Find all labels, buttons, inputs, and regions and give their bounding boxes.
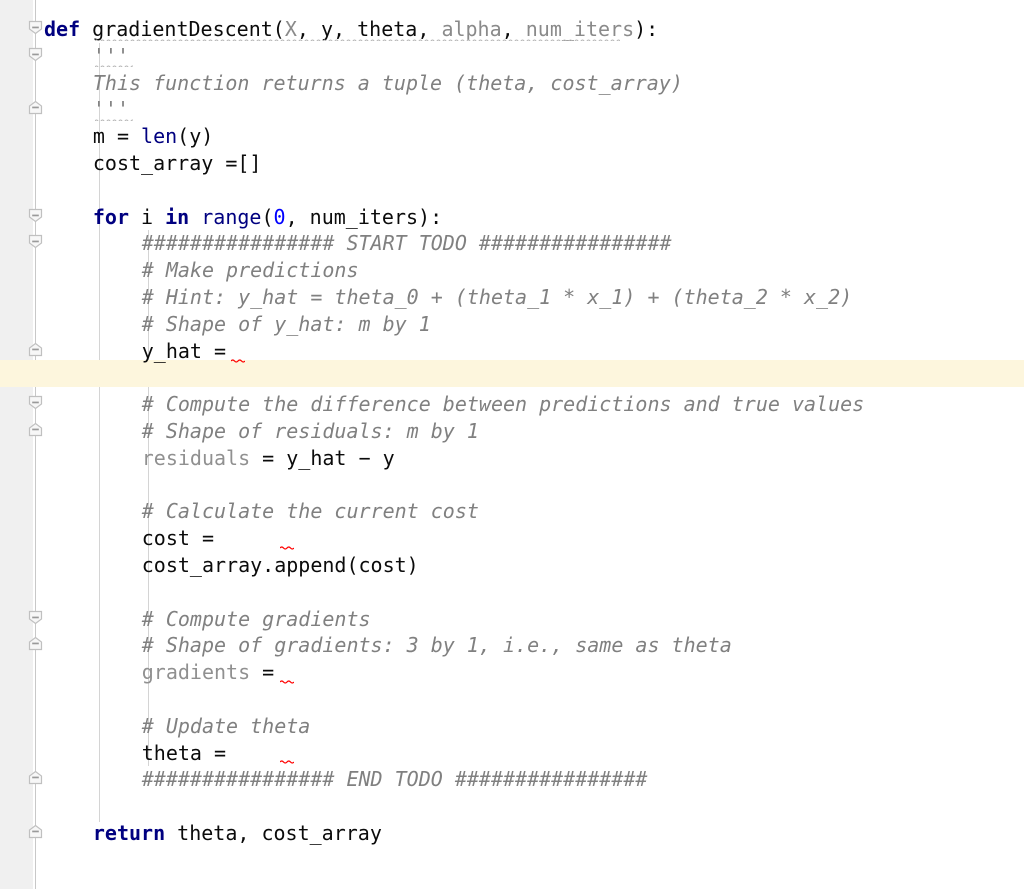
code-token: , num_iters): [285, 204, 443, 229]
code-token: (y) [177, 124, 214, 149]
code-line-19[interactable]: # Calculate the current cost [142, 498, 479, 525]
code-token: # Shape of gradients: 3 by 1, i.e., same… [141, 633, 732, 658]
warning-squiggle-def-signature [95, 38, 620, 41]
code-token: cost = [141, 526, 214, 551]
code-token: y_hat = [141, 338, 227, 363]
code-token: # Shape of y_hat: m by 1 [141, 311, 431, 336]
warning-squiggle-docstring-close [95, 118, 133, 121]
code-line-27[interactable]: # Update theta [142, 713, 311, 740]
code-token: i [129, 204, 166, 229]
code-text-layer[interactable]: def gradientDescent(X, y, theta, alpha, … [0, 0, 1024, 889]
code-token: for [92, 204, 129, 229]
code-token: len [141, 124, 178, 149]
code-token: ################ START TODO ############… [141, 231, 672, 256]
code-line-3[interactable]: This function returns a tuple (theta, co… [93, 70, 683, 97]
code-token: def [44, 17, 81, 41]
code-line-6[interactable]: cost_array =[] [93, 150, 262, 177]
code-token: # Calculate the current cost [141, 499, 479, 524]
code-line-25[interactable]: gradients = [142, 659, 274, 686]
warning-squiggle-docstring-open [95, 64, 133, 67]
code-token: # Compute gradients [141, 606, 371, 631]
code-token: ): [634, 17, 659, 41]
code-token: ( [261, 204, 274, 229]
code-token: = [250, 660, 275, 685]
code-token: # Make predictions [141, 258, 359, 283]
code-token: − [358, 445, 371, 470]
code-line-24[interactable]: # Shape of gradients: 3 by 1, i.e., same… [142, 632, 732, 659]
code-token: theta, cost_array [165, 821, 382, 845]
code-token: # Update theta [141, 713, 311, 738]
error-squiggle-theta-assign [280, 759, 294, 764]
code-token: residuals [141, 445, 251, 470]
code-line-16[interactable]: # Shape of residuals: m by 1 [142, 418, 479, 445]
code-line-17[interactable]: residuals = y_hat − y [142, 445, 395, 472]
code-line-12[interactable]: # Shape of y_hat: m by 1 [142, 311, 431, 338]
code-token: # Shape of residuals: m by 1 [141, 419, 479, 443]
code-line-20[interactable]: cost = [142, 525, 214, 552]
code-line-13[interactable]: y_hat = [142, 338, 226, 365]
code-token: theta = [141, 740, 227, 765]
code-line-10[interactable]: # Make predictions [142, 257, 359, 284]
code-line-21[interactable]: cost_array.append(cost) [142, 552, 419, 579]
code-editor[interactable]: def gradientDescent(X, y, theta, alpha, … [0, 0, 1024, 889]
code-line-29[interactable]: ################ END TODO ##############… [142, 766, 648, 793]
code-token: This function returns a tuple (theta, co… [92, 70, 683, 95]
code-line-23[interactable]: # Compute gradients [142, 606, 371, 633]
code-line-5[interactable]: m = len(y) [93, 123, 213, 150]
code-token: ################ END TODO ##############… [141, 767, 648, 792]
code-line-11[interactable]: # Hint: y_hat = theta_0 + (theta_1 * x_1… [142, 284, 852, 311]
code-line-8[interactable]: for i in range(0, num_iters): [93, 204, 442, 231]
code-token: 0 [273, 204, 286, 229]
code-line-15[interactable]: # Compute the difference between predict… [142, 391, 864, 418]
code-token: # Hint: y_hat = theta_0 + (theta_1 * x_1… [141, 285, 853, 309]
code-token: cost_array.append(cost) [141, 553, 419, 577]
error-squiggle-gradients-assign [280, 679, 294, 684]
code-token: return [92, 821, 166, 845]
code-token: = y_hat [250, 445, 359, 470]
code-line-9[interactable]: ################ START TODO ############… [142, 230, 672, 257]
error-squiggle-cost-assign [280, 545, 294, 550]
code-token: gradients [141, 660, 251, 685]
code-line-31[interactable]: return theta, cost_array [93, 820, 382, 847]
error-squiggle-y-hat-assign [231, 358, 245, 363]
code-token: y [370, 445, 395, 470]
code-token: # Compute the difference between predict… [141, 392, 865, 417]
code-token: range [201, 204, 262, 229]
code-token: m = [92, 124, 142, 149]
code-line-28[interactable]: theta = [142, 740, 226, 767]
code-token: in [165, 204, 190, 229]
code-token: cost_array =[] [92, 151, 262, 175]
